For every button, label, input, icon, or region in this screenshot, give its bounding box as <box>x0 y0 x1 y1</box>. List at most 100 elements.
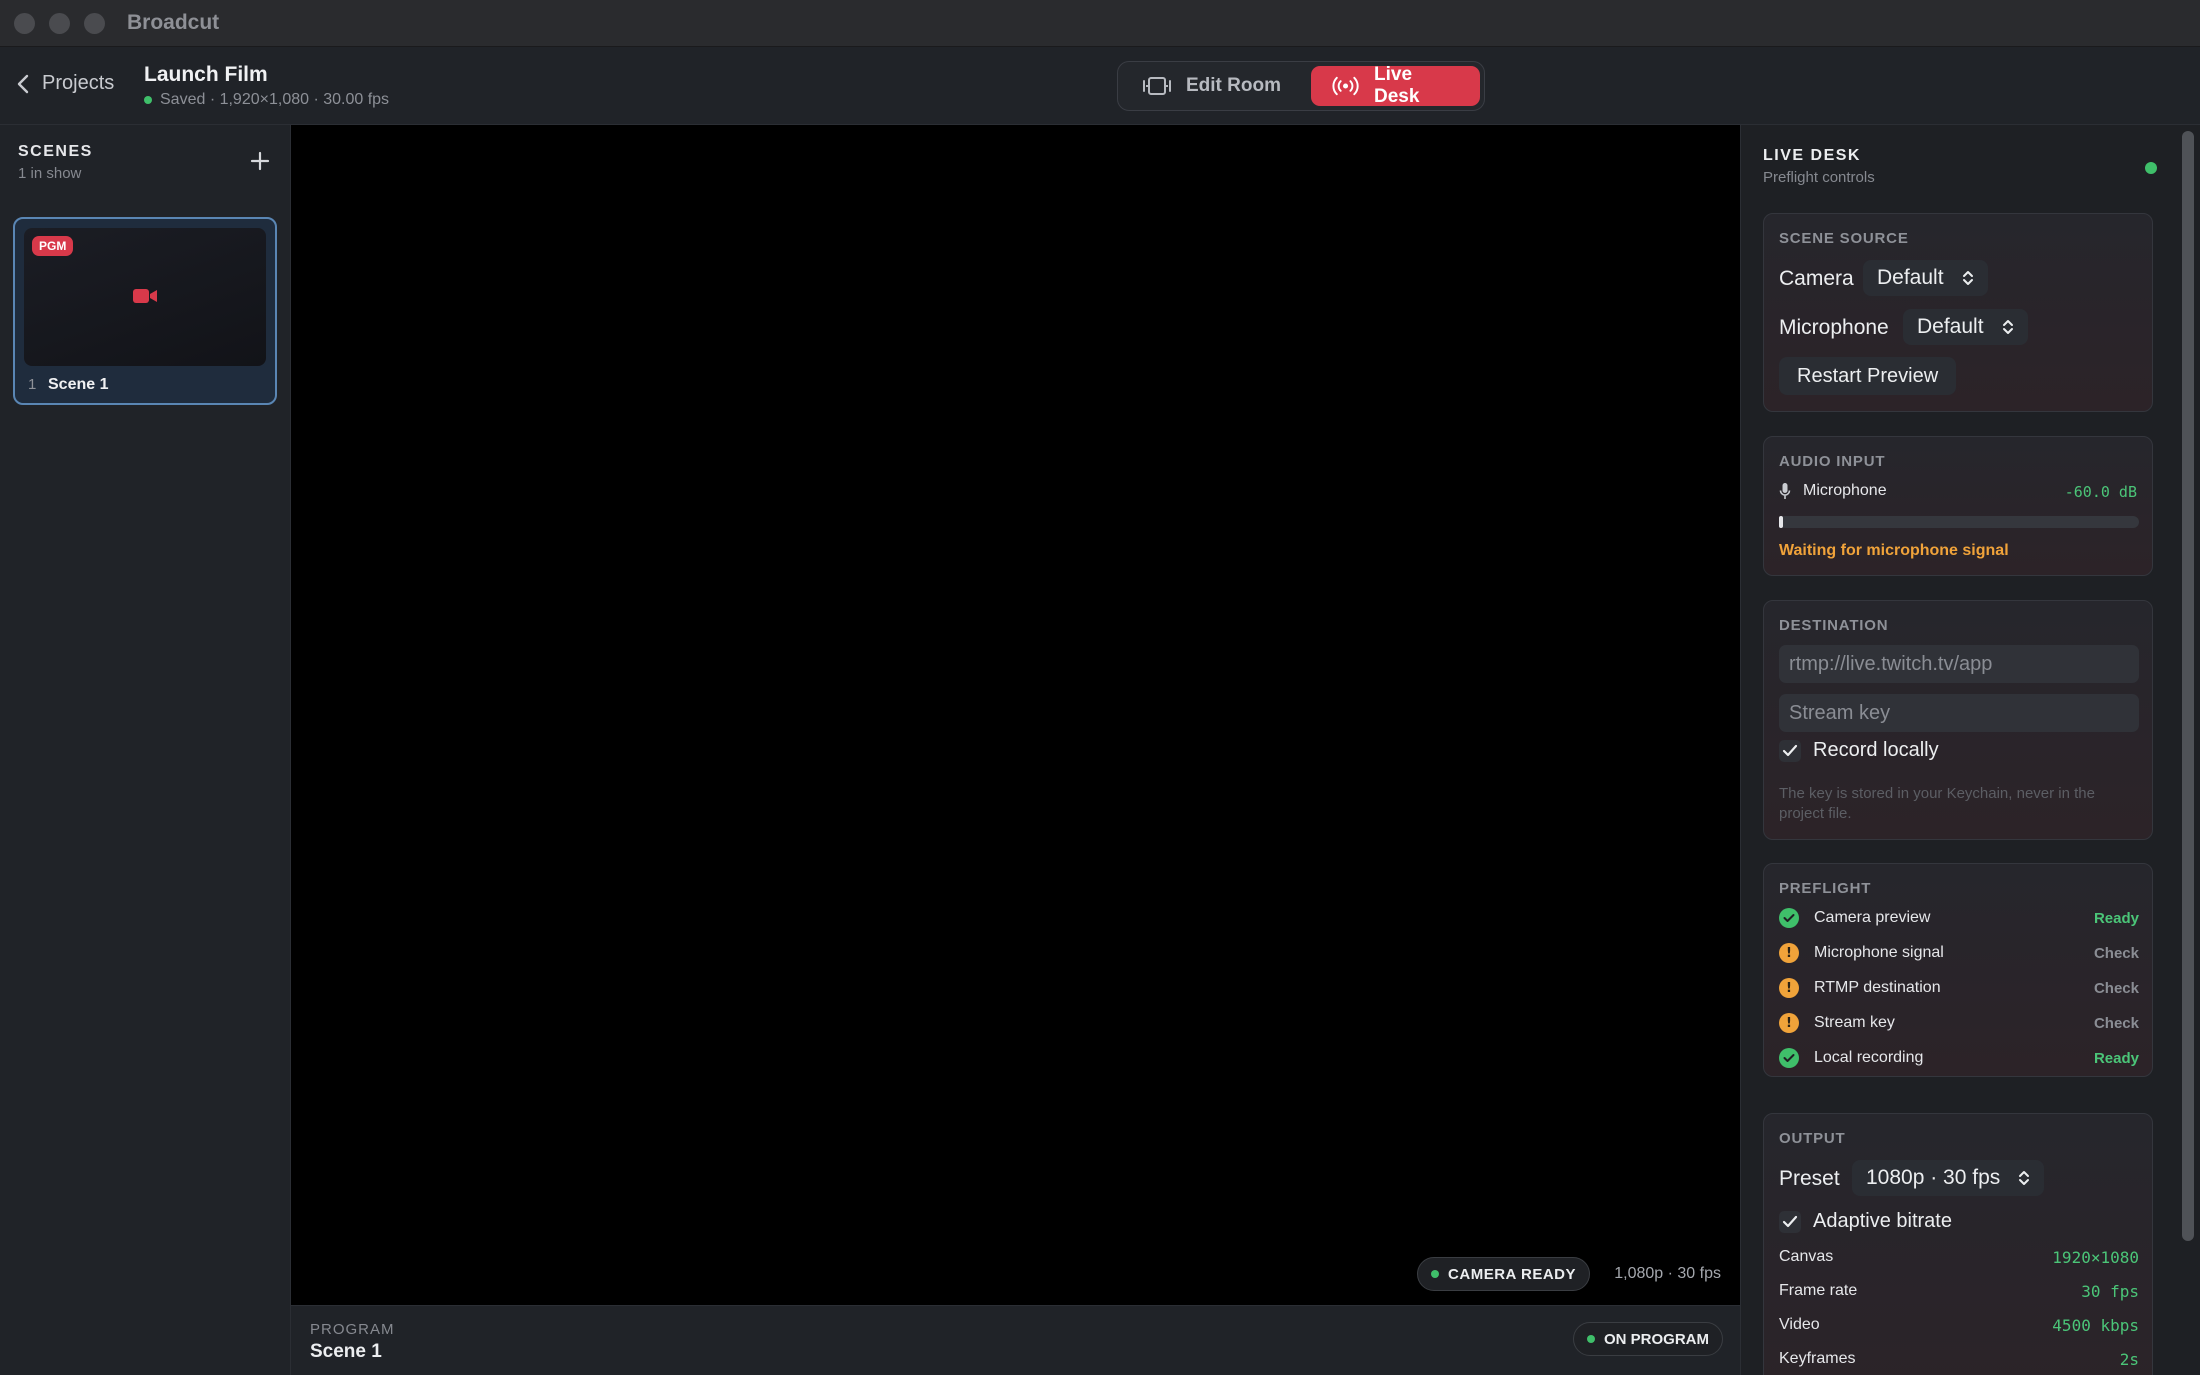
exclamation-icon: ! <box>1779 1013 1799 1033</box>
adaptive-bitrate-label: Adaptive bitrate <box>1813 1210 1952 1232</box>
preflight-item-name: RTMP destination <box>1814 979 1941 996</box>
microphone-label: Microphone <box>1779 316 1889 339</box>
camera-select-value: Default <box>1877 266 1944 289</box>
scene-number: 1 <box>28 376 37 393</box>
audio-status-text: Waiting for microphone signal <box>1779 542 2009 559</box>
audio-input-heading: AUDIO INPUT <box>1779 453 1886 470</box>
scenes-sidebar: SCENES 1 in show PGM 1 Scene 1 <box>0 125 291 1375</box>
output-stat-row: Keyframes 2s <box>1779 1350 2139 1369</box>
preset-select-value: 1080p · 30 fps <box>1866 1166 2001 1189</box>
scene-card[interactable]: PGM 1 Scene 1 <box>13 217 277 405</box>
checkmark-icon <box>1779 1048 1799 1068</box>
record-locally-label: Record locally <box>1813 739 1939 761</box>
output-stat-key: Frame rate <box>1779 1282 1858 1299</box>
close-window-button[interactable] <box>14 12 35 34</box>
audio-device-name: Microphone <box>1803 482 1887 499</box>
zoom-window-button[interactable] <box>84 12 105 34</box>
window-controls <box>14 12 105 34</box>
scene-thumbnail: PGM <box>24 228 266 366</box>
mode-switch: Edit Room Live Desk <box>1117 61 1485 111</box>
exclamation-icon: ! <box>1779 978 1799 998</box>
checkmark-icon <box>1782 1215 1798 1227</box>
minimize-window-button[interactable] <box>49 12 70 34</box>
camera-label: Camera <box>1779 267 1854 290</box>
scene-source-card: SCENE SOURCE Camera Default Microphone D… <box>1763 213 2153 412</box>
microphone-icon <box>1779 483 1791 499</box>
destination-card: DESTINATION rtmp://live.twitch.tv/app St… <box>1763 600 2153 840</box>
preset-label: Preset <box>1779 1167 1840 1190</box>
scene-name: Scene 1 <box>48 376 109 393</box>
edit-room-tab[interactable]: Edit Room <box>1122 66 1311 106</box>
panel-scrollbar[interactable] <box>2182 131 2194 1241</box>
preflight-item-name: Microphone signal <box>1814 944 1944 961</box>
exclamation-icon: ! <box>1779 943 1799 963</box>
window-titlebar: Broadcut <box>0 0 2200 47</box>
program-badge: PGM <box>32 236 74 256</box>
video-camera-icon <box>133 289 157 303</box>
project-header: Projects Launch Film Saved · 1,920×1,080… <box>0 47 2200 125</box>
audio-level-meter <box>1779 516 2139 528</box>
camera-ready-label: CAMERA READY <box>1448 1265 1576 1283</box>
camera-status-dot <box>1431 1270 1440 1278</box>
on-program-dot <box>1587 1335 1595 1343</box>
preflight-item: Local recording Ready <box>1779 1045 2139 1071</box>
scenes-heading: SCENES <box>18 143 93 160</box>
live-desk-title: LIVE DESK <box>1763 147 1861 164</box>
on-program-label: ON PROGRAM <box>1604 1330 1709 1348</box>
preflight-item-name: Camera preview <box>1814 909 1931 926</box>
record-locally-box[interactable] <box>1779 739 1801 762</box>
program-label: PROGRAM <box>310 1321 395 1338</box>
output-heading: OUTPUT <box>1779 1130 1846 1147</box>
program-bar: PROGRAM Scene 1 ON PROGRAM <box>291 1305 1740 1375</box>
updown-chevron-icon <box>1962 271 1973 285</box>
output-stat-value: 30 fps <box>2081 1282 2139 1301</box>
saved-status-dot <box>144 96 152 104</box>
live-desk-label: Live Desk <box>1374 64 1420 107</box>
scenes-count: 1 in show <box>18 165 82 182</box>
record-locally-checkbox[interactable]: Record locally <box>1779 739 1939 762</box>
rtmp-url-input[interactable]: rtmp://live.twitch.tv/app <box>1779 645 2139 683</box>
program-preview[interactable]: CAMERA READY 1,080p · 30 fps <box>291 125 1740 1305</box>
audio-level-fill <box>1779 516 1783 528</box>
preflight-item-name: Stream key <box>1814 1014 1895 1031</box>
adaptive-bitrate-checkbox[interactable]: Adaptive bitrate <box>1779 1210 1952 1233</box>
broadcast-icon <box>1332 76 1359 96</box>
audio-input-card: AUDIO INPUT Microphone -60.0 dB Waiting … <box>1763 436 2153 576</box>
audio-level-readout: -60.0 dB <box>2064 483 2137 501</box>
add-scene-button[interactable] <box>248 149 272 173</box>
preflight-item: ! Microphone signal Check <box>1779 940 2139 966</box>
preflight-item: ! RTMP destination Check <box>1779 975 2139 1001</box>
output-stat-row: Frame rate 30 fps <box>1779 1282 2139 1301</box>
adaptive-bitrate-box[interactable] <box>1779 1210 1801 1233</box>
preset-select[interactable]: 1080p · 30 fps <box>1852 1160 2045 1196</box>
film-icon <box>1143 77 1171 95</box>
output-stat-key: Keyframes <box>1779 1350 1856 1367</box>
chevron-left-icon <box>17 74 29 93</box>
microphone-select[interactable]: Default <box>1903 309 2028 345</box>
restart-preview-button[interactable]: Restart Preview <box>1779 357 1957 395</box>
destination-heading: DESTINATION <box>1779 617 1889 634</box>
project-meta: Saved · 1,920×1,080 · 30.00 fps <box>144 91 389 109</box>
live-desk-subtitle: Preflight controls <box>1763 169 1875 186</box>
live-desk-panel: LIVE DESK Preflight controls SCENE SOURC… <box>1740 125 2200 1375</box>
output-stat-key: Canvas <box>1779 1248 1834 1265</box>
output-stat-value: 4500 kbps <box>2052 1316 2139 1335</box>
camera-ready-badge: CAMERA READY <box>1417 1257 1590 1291</box>
stream-key-input[interactable]: Stream key <box>1779 694 2139 732</box>
output-card: OUTPUT Preset 1080p · 30 fps Adaptive bi… <box>1763 1113 2153 1375</box>
preflight-item-state: Check <box>2093 944 2139 962</box>
camera-select[interactable]: Default <box>1863 260 1988 296</box>
output-stat-row: Video 4500 kbps <box>1779 1316 2139 1335</box>
preflight-item: Camera preview Ready <box>1779 905 2139 931</box>
checkmark-icon <box>1779 908 1799 928</box>
program-scene-name: Scene 1 <box>310 1341 382 1362</box>
preflight-item-name: Local recording <box>1814 1049 1924 1066</box>
preflight-card: PREFLIGHT Camera preview Ready! Microphone… <box>1763 863 2153 1077</box>
microphone-select-value: Default <box>1917 315 1984 338</box>
back-to-projects-button[interactable]: Projects <box>16 72 114 95</box>
preview-resolution: 1,080p · 30 fps <box>1614 1265 1721 1282</box>
live-desk-tab[interactable]: Live Desk <box>1310 64 1480 107</box>
live-desk-status-dot <box>2145 162 2157 174</box>
output-stat-value: 2s <box>2119 1350 2139 1369</box>
project-meta-text: Saved · 1,920×1,080 · 30.00 fps <box>160 91 390 108</box>
